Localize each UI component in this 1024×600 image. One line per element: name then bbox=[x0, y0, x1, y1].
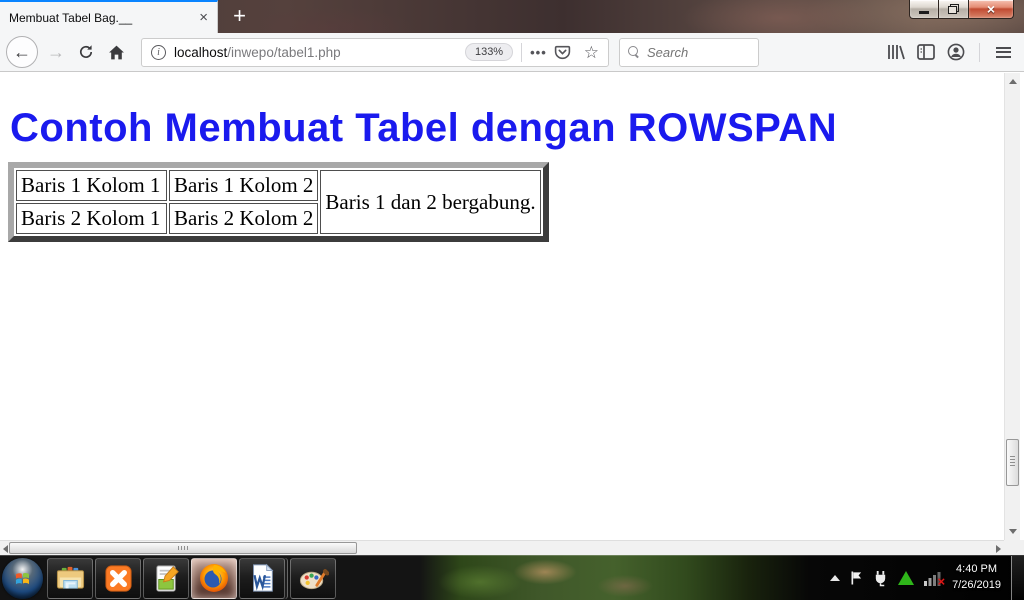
url-host: localhost bbox=[174, 44, 228, 60]
back-icon: ← bbox=[13, 42, 31, 62]
start-button[interactable] bbox=[2, 557, 43, 599]
browser-tab[interactable]: Membuat Tabel Bag.__ × bbox=[0, 0, 218, 33]
horizontal-scrollbar-thumb[interactable] bbox=[9, 542, 357, 554]
toolbar-separator bbox=[979, 42, 980, 62]
minimize-icon bbox=[919, 10, 929, 14]
horizontal-scrollbar[interactable] bbox=[0, 540, 1004, 555]
table-cell-rowspan: Baris 1 dan 2 bergabung. bbox=[320, 170, 541, 234]
pocket-icon[interactable] bbox=[554, 44, 571, 61]
network-disconnected-icon: × bbox=[937, 573, 946, 589]
taskbar-clock[interactable]: 4:40 PM 7/26/2019 bbox=[952, 562, 1001, 594]
antivirus-button[interactable] bbox=[898, 571, 915, 585]
taskbar-paint-button[interactable] bbox=[290, 557, 336, 599]
new-tab-button[interactable]: + bbox=[226, 3, 253, 30]
table-cell-r1c1: Baris 1 Kolom 1 bbox=[16, 170, 167, 201]
windows-logo-icon bbox=[15, 572, 29, 584]
paint-icon bbox=[299, 568, 329, 589]
navigation-toolbar: ← → i localhost/inwepo/tabel1.php 133% •… bbox=[0, 33, 1024, 72]
show-desktop-button[interactable] bbox=[1011, 555, 1024, 600]
reload-icon bbox=[80, 45, 93, 58]
forward-button[interactable]: → bbox=[41, 37, 71, 67]
search-icon bbox=[628, 46, 640, 58]
notepadpp-icon bbox=[155, 564, 179, 592]
close-icon: × bbox=[986, 1, 996, 17]
hamburger-menu-icon bbox=[995, 46, 1011, 58]
table-row: Baris 1 Kolom 1 Baris 1 Kolom 2 Baris 1 … bbox=[16, 170, 541, 234]
tab-title: Membuat Tabel Bag.__ bbox=[9, 10, 133, 25]
minimize-button[interactable] bbox=[909, 0, 939, 19]
system-tray: × 4:40 PM 7/26/2019 bbox=[825, 555, 1024, 600]
taskbar-xampp-button[interactable] bbox=[95, 557, 141, 599]
table-cell-r1c2: Baris 1 Kolom 2 bbox=[169, 170, 319, 201]
avg-triangle-icon bbox=[898, 571, 915, 585]
reload-button[interactable] bbox=[71, 37, 101, 67]
window-controls: × bbox=[909, 0, 1014, 19]
scroll-right-icon[interactable] bbox=[996, 545, 1001, 553]
explorer-icon bbox=[56, 566, 84, 589]
taskbar-explorer-button[interactable] bbox=[47, 557, 93, 599]
taskbar-word-button[interactable] bbox=[239, 557, 285, 599]
titlebar: Membuat Tabel Bag.__ × + × bbox=[0, 0, 1024, 33]
caret-up-icon bbox=[830, 575, 841, 581]
search-bar[interactable] bbox=[619, 37, 759, 67]
account-button[interactable] bbox=[941, 38, 971, 66]
clock-date: 7/26/2019 bbox=[952, 579, 1001, 591]
restore-button[interactable] bbox=[939, 0, 968, 19]
toolbar-right-icons bbox=[881, 38, 1018, 66]
page-viewport: Contoh Membuat Tabel dengan ROWSPAN Bari… bbox=[0, 73, 1024, 540]
tab-close-icon[interactable]: × bbox=[199, 10, 208, 25]
table-cell-r2c1: Baris 2 Kolom 1 bbox=[16, 203, 167, 234]
taskbar-firefox-button[interactable] bbox=[191, 557, 237, 599]
site-info-icon[interactable]: i bbox=[151, 44, 166, 60]
page-actions-icon[interactable]: ••• bbox=[530, 45, 547, 60]
taskbar: × 4:40 PM 7/26/2019 bbox=[0, 555, 1024, 600]
url-bar[interactable]: i localhost/inwepo/tabel1.php 133% ••• ☆ bbox=[141, 37, 609, 67]
library-icon bbox=[888, 45, 905, 60]
home-button[interactable] bbox=[101, 37, 131, 67]
sidebar-button[interactable] bbox=[911, 38, 941, 66]
firefox-icon bbox=[200, 564, 228, 592]
zoom-level-badge[interactable]: 133% bbox=[464, 43, 514, 61]
urlbar-separator bbox=[521, 42, 523, 62]
search-input[interactable] bbox=[647, 44, 742, 60]
restore-icon bbox=[948, 4, 959, 14]
url-path: /inwepo/tabel1.php bbox=[227, 44, 341, 60]
scroll-up-icon[interactable] bbox=[1009, 79, 1017, 84]
power-plug-icon bbox=[875, 570, 886, 586]
desktop-screen: Membuat Tabel Bag.__ × + × ← → i localho… bbox=[0, 0, 1024, 600]
flag-icon bbox=[851, 571, 862, 585]
scroll-down-icon[interactable] bbox=[1009, 529, 1017, 534]
taskbar-notepadpp-button[interactable] bbox=[143, 557, 189, 599]
bookmark-star-icon[interactable]: ☆ bbox=[584, 44, 599, 61]
scroll-left-icon[interactable] bbox=[3, 545, 8, 553]
library-button[interactable] bbox=[881, 38, 911, 66]
home-icon bbox=[108, 45, 124, 59]
hidden-icons-button[interactable] bbox=[830, 575, 841, 581]
rowspan-demo-table: Baris 1 Kolom 1 Baris 1 Kolom 2 Baris 1 … bbox=[8, 162, 549, 242]
menu-button[interactable] bbox=[988, 38, 1018, 66]
vertical-scrollbar-thumb[interactable] bbox=[1006, 439, 1019, 486]
clock-time: 4:40 PM bbox=[956, 563, 998, 576]
account-icon bbox=[947, 43, 965, 61]
close-button[interactable]: × bbox=[968, 0, 1014, 19]
scrollbar-corner bbox=[1004, 540, 1024, 555]
power-button[interactable] bbox=[873, 570, 888, 587]
network-status-button[interactable]: × bbox=[924, 571, 945, 589]
word-icon bbox=[253, 563, 274, 592]
action-center-button[interactable] bbox=[850, 570, 863, 586]
url-text[interactable]: localhost/inwepo/tabel1.php bbox=[174, 45, 341, 60]
sidebar-icon bbox=[917, 44, 935, 60]
table-cell-r2c2: Baris 2 Kolom 2 bbox=[169, 203, 319, 234]
vertical-scrollbar[interactable] bbox=[1004, 73, 1020, 540]
xampp-icon bbox=[104, 564, 132, 592]
page-title: Contoh Membuat Tabel dengan ROWSPAN bbox=[10, 106, 838, 150]
forward-icon: → bbox=[47, 42, 65, 62]
back-button[interactable]: ← bbox=[6, 36, 38, 68]
